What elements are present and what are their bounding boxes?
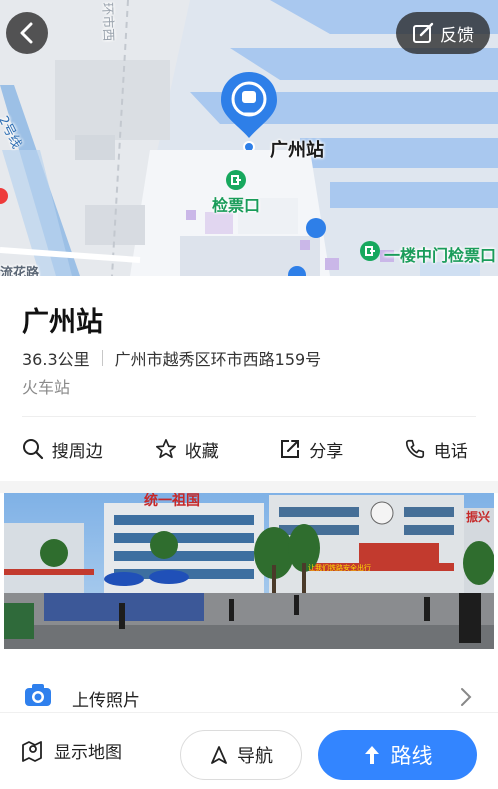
- favorite-button[interactable]: 收藏: [125, 437, 250, 462]
- ticket-gate-label: 检票口: [212, 196, 261, 215]
- action-label: 分享: [309, 441, 344, 462]
- map-icon: [22, 740, 42, 762]
- place-photo[interactable]: 统一祖国 振兴 让我们铁路安全出行: [4, 493, 494, 649]
- map-view[interactable]: 反馈 环市西 流花路 2号线 广州站 检票口 一楼中门检票口: [0, 0, 498, 276]
- share-button[interactable]: 分享: [249, 437, 374, 462]
- section-gap: [0, 481, 498, 493]
- street-label: 环市西: [99, 2, 116, 42]
- station-photo-image: 统一祖国 振兴 让我们铁路安全出行: [4, 493, 494, 649]
- show-map-label: 显示地图: [54, 743, 122, 763]
- photo-banner-text-right: 振兴: [466, 509, 490, 524]
- ticket-gate-icon: [226, 170, 246, 190]
- edit-icon: [413, 22, 434, 43]
- photo-banner-sub: 让我们铁路安全出行: [308, 563, 371, 572]
- show-map-button[interactable]: 显示地图: [20, 738, 122, 763]
- bottom-bar: 显示地图 导航 路线: [0, 712, 498, 789]
- chevron-right-icon: [461, 688, 472, 706]
- route-arrow-icon: [364, 746, 379, 764]
- gate-1f-icon: [360, 241, 380, 261]
- phone-icon: [405, 439, 424, 459]
- street-label-bottom: 流花路: [0, 266, 40, 276]
- action-label: 收藏: [184, 441, 219, 462]
- navigate-button[interactable]: 导航: [180, 730, 302, 780]
- place-address: 广州市越秀区环市西路159号: [114, 350, 322, 369]
- action-label: 搜周边: [51, 441, 103, 462]
- place-title: 广州站: [22, 307, 103, 338]
- restroom-icon: [306, 218, 326, 238]
- search-icon: [22, 439, 43, 460]
- place-meta: 36.3公里 广州市越秀区环市西路159号: [22, 346, 321, 370]
- meta-separator: [101, 350, 103, 366]
- share-icon: [281, 440, 300, 458]
- gate-1f-label: 一楼中门检票口: [384, 246, 497, 265]
- place-category: 火车站: [22, 378, 71, 397]
- route-button[interactable]: 路线: [318, 730, 477, 780]
- upload-photo-label: 上传照片: [72, 691, 140, 711]
- navigate-label: 导航: [237, 746, 273, 767]
- search-nearby-button[interactable]: 搜周边: [0, 437, 125, 462]
- place-distance: 36.3公里: [22, 350, 90, 369]
- station-pin-label: 广州站: [270, 140, 324, 161]
- phone-button[interactable]: 电话: [374, 437, 498, 462]
- photo-banner-text: 统一祖国: [144, 493, 200, 509]
- back-button[interactable]: [6, 12, 48, 54]
- action-bar: 搜周边 收藏 分享 电话: [0, 417, 498, 481]
- action-label: 电话: [433, 441, 468, 462]
- place-info: 广州站 36.3公里 广州市越秀区环市西路159号 火车站: [0, 276, 498, 417]
- feedback-label: 反馈: [440, 25, 474, 46]
- chevron-left-icon: [20, 22, 33, 44]
- navigation-arrow-icon: [211, 746, 227, 764]
- route-label: 路线: [390, 744, 433, 768]
- feedback-button[interactable]: 反馈: [396, 12, 490, 54]
- star-icon: [155, 439, 176, 459]
- camera-icon: [25, 684, 51, 706]
